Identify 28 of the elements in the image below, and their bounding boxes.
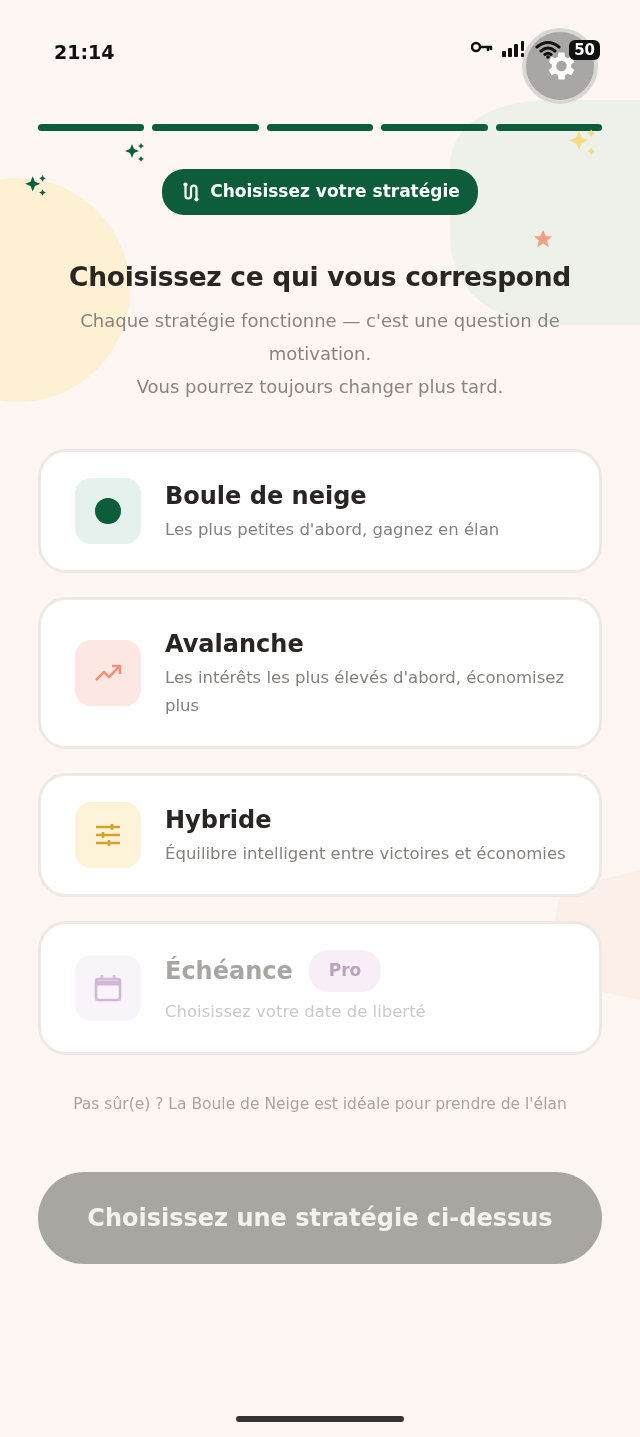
option-title: Échéance: [165, 955, 293, 988]
subtitle-text: Chaque stratégie fonctionne — c'est une question de motivation.: [79, 309, 561, 367]
strategy-option[interactable]: Avalanche Les intérêts les plus élevés d'abord, économisez plus: [38, 597, 602, 750]
dot-icon: [93, 496, 123, 527]
option-title: Avalanche: [165, 629, 304, 661]
status-time: 21:14: [54, 40, 115, 65]
key-icon: [471, 40, 494, 54]
option-description: Équilibre intelligent entre victoires et économies: [165, 843, 566, 866]
option-title: Boule de neige: [165, 481, 367, 513]
sliders-icon: [95, 823, 121, 848]
star-icon: [532, 228, 554, 250]
wifi-icon: [535, 40, 562, 59]
option-description: Les plus petites d'abord, gagnez en élan: [165, 519, 500, 542]
page-heading: Choisissez ce qui vous correspond: [68, 260, 572, 293]
step-pill[interactable]: Choisissez votre stratégie: [162, 169, 478, 215]
subtitle-text: Vous pourrez toujours changer plus tard.: [135, 375, 505, 400]
battery-level: 50: [569, 40, 600, 60]
option-title: Hybride: [165, 805, 272, 837]
sparkle-icon: [568, 128, 598, 158]
strategy-option[interactable]: Boule de neige Les plus petites d'abord, gagnez en élan: [38, 449, 602, 574]
pro-badge: Pro: [308, 950, 382, 992]
sparkle-icon: [124, 142, 146, 164]
sparkle-icon: [24, 174, 48, 198]
option-description: Les intérêts les plus élevés d'abord, économisez plus: [165, 667, 566, 718]
hint-text: Pas sûr(e) ? La Boule de Neige est idéale pour prendre de l'élan: [72, 1093, 568, 1115]
strategy-option[interactable]: Hybride Équilibre intelligent entre victoires et économies: [38, 773, 602, 898]
option-description: Choisissez votre date de liberté: [165, 1000, 426, 1023]
calendar-icon: [94, 974, 122, 1003]
